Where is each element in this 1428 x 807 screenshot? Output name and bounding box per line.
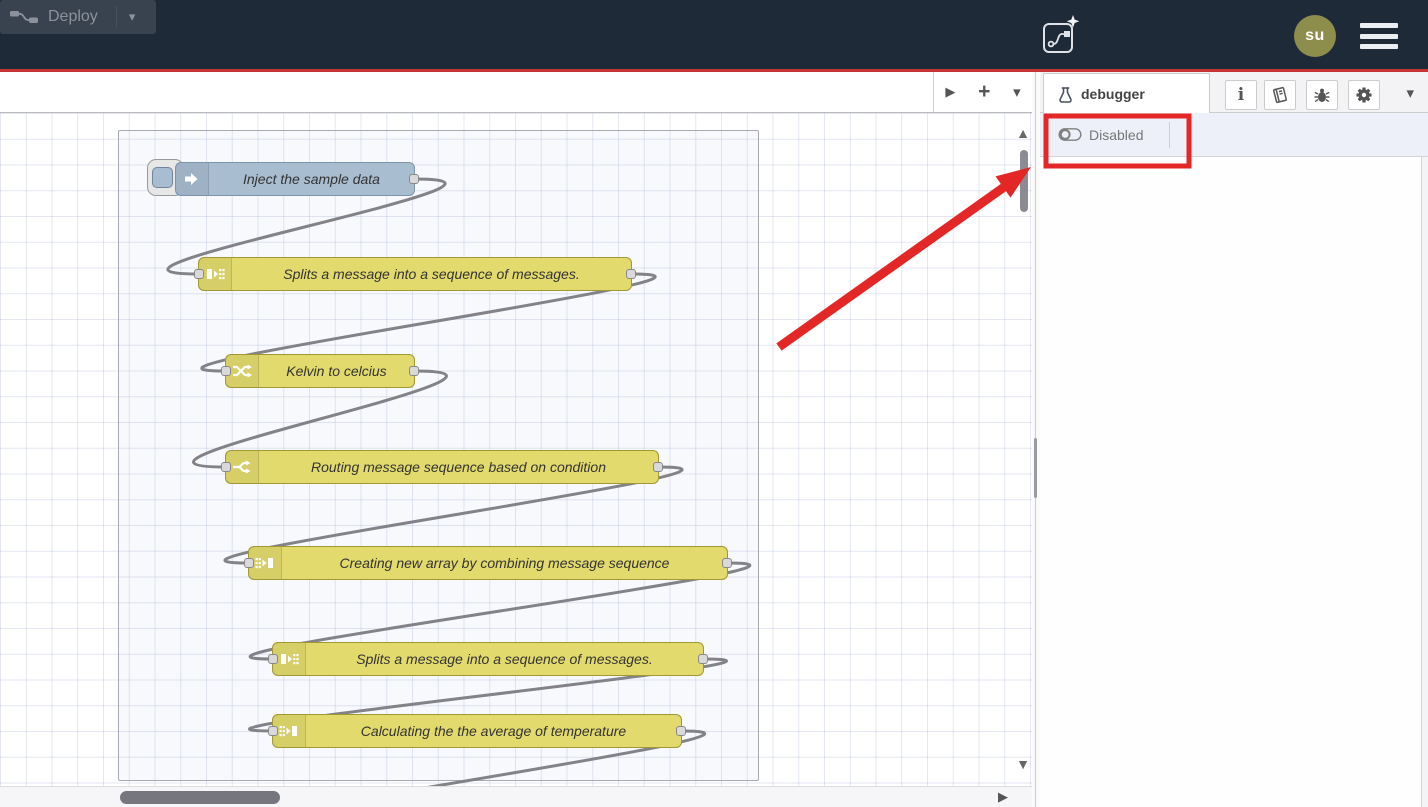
flow-list-chevron-down-icon[interactable]: ▾	[1013, 83, 1021, 101]
node-output-port[interactable]	[722, 558, 732, 568]
splitter-grip[interactable]	[1034, 438, 1037, 498]
debug-messages-panel[interactable]	[1040, 157, 1428, 807]
gear-icon	[1355, 86, 1373, 104]
node-input-port[interactable]	[244, 558, 254, 568]
header-bar: Deploy ▾ su	[0, 0, 1428, 69]
node-label: Inject the sample data	[209, 163, 414, 195]
deploy-separator	[116, 6, 117, 28]
bug-icon	[1313, 86, 1331, 104]
vertical-scrollbar-thumb[interactable]	[1020, 150, 1028, 212]
node-input-port[interactable]	[221, 462, 231, 472]
tab-debugger[interactable]: debugger	[1043, 73, 1210, 114]
disabled-button[interactable]: Disabled	[1058, 127, 1143, 143]
config-nodes-button[interactable]	[1348, 80, 1380, 110]
node-label: Splits a message into a sequence of mess…	[232, 258, 631, 290]
disabled-label: Disabled	[1089, 127, 1143, 143]
node-input-port[interactable]	[268, 654, 278, 664]
add-flow-button[interactable]: +	[978, 82, 990, 102]
deploy-chevron-down-icon[interactable]: ▾	[129, 9, 136, 25]
node-input-port[interactable]	[268, 726, 278, 736]
flow-node-inject[interactable]: Inject the sample data	[175, 162, 415, 196]
node-output-port[interactable]	[653, 462, 663, 472]
library-button[interactable]	[1264, 80, 1296, 110]
deploy-button[interactable]: Deploy ▾	[0, 0, 156, 34]
toolbar-separator	[1169, 122, 1170, 148]
sidebar-tab-strip: debugger i	[1040, 72, 1428, 113]
deploy-icon	[10, 9, 38, 25]
inject-arrow-icon	[176, 163, 209, 195]
node-input-port[interactable]	[221, 366, 231, 376]
scroll-down-icon[interactable]: ▼	[1014, 756, 1032, 772]
scroll-up-icon[interactable]: ▲	[1014, 125, 1032, 141]
node-label: Kelvin to celcius	[259, 355, 414, 387]
sidebar-more-chevron-down-icon[interactable]: ▾	[1406, 84, 1414, 102]
node-label: Calculating the the average of temperatu…	[306, 715, 681, 747]
flow-node-join-2[interactable]: Calculating the the average of temperatu…	[272, 714, 682, 748]
node-input-port[interactable]	[194, 269, 204, 279]
node-label: Routing message sequence based on condit…	[259, 451, 658, 483]
debug-messages-button[interactable]	[1306, 80, 1338, 110]
flask-icon	[1058, 86, 1073, 103]
horizontal-scrollbar-thumb[interactable]	[120, 791, 280, 804]
tab-label: debugger	[1081, 86, 1145, 102]
node-output-port[interactable]	[676, 726, 686, 736]
node-output-port[interactable]	[698, 654, 708, 664]
flow-node-switch[interactable]: Routing message sequence based on condit…	[225, 450, 659, 484]
flow-canvas[interactable]: Inject the sample data Splits a message …	[0, 113, 1032, 786]
node-red-editor: Deploy ▾ su ▶ + ▾	[0, 0, 1428, 807]
flow-node-split-2[interactable]: Splits a message into a sequence of mess…	[272, 642, 704, 676]
workspace-tab-bar: ▶ + ▾	[0, 72, 1032, 113]
sidebar-panel: debugger i	[1040, 72, 1428, 807]
horizontal-scrollbar[interactable]: ▶	[0, 786, 1032, 807]
book-icon	[1271, 86, 1289, 104]
node-label: Creating new array by combining message …	[282, 547, 727, 579]
flow-node-change[interactable]: Kelvin to celcius	[225, 354, 415, 388]
deploy-label: Deploy	[48, 8, 98, 26]
ai-flow-icon[interactable]	[1041, 14, 1081, 56]
sidebar-splitter[interactable]	[1032, 72, 1040, 807]
node-output-port[interactable]	[409, 174, 419, 184]
user-avatar[interactable]: su	[1294, 15, 1336, 57]
debug-toolbar: Disabled	[1040, 113, 1428, 157]
node-output-port[interactable]	[409, 366, 419, 376]
hamburger-menu-icon[interactable]	[1360, 23, 1398, 49]
scroll-right-icon[interactable]: ▶	[998, 789, 1008, 805]
tab-controls: ▶ + ▾	[933, 72, 1032, 112]
info-icon: i	[1238, 85, 1244, 105]
toggle-off-icon	[1058, 127, 1082, 142]
node-output-port[interactable]	[626, 269, 636, 279]
avatar-initials: su	[1305, 27, 1325, 45]
node-label: Splits a message into a sequence of mess…	[306, 643, 703, 675]
info-button[interactable]: i	[1225, 80, 1257, 110]
flow-node-join-1[interactable]: Creating new array by combining message …	[248, 546, 728, 580]
scroll-tabs-right-icon[interactable]: ▶	[945, 84, 955, 100]
flow-node-split-1[interactable]: Splits a message into a sequence of mess…	[198, 257, 632, 291]
